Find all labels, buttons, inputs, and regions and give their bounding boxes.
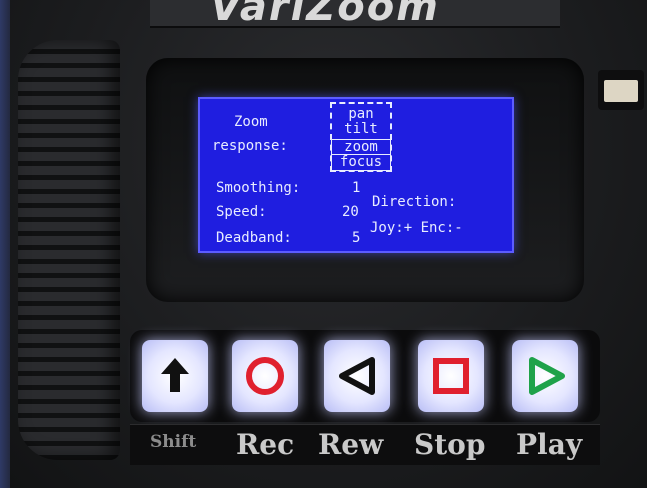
usb-port-inner xyxy=(604,80,638,102)
direction-value: Joy:+ Enc:- xyxy=(370,220,463,236)
usb-port[interactable] xyxy=(598,70,644,110)
menu-option-focus[interactable]: focus xyxy=(331,154,391,171)
play-button[interactable] xyxy=(512,340,578,412)
direction-label: Direction: xyxy=(372,194,457,210)
smoothing-value: 1 xyxy=(352,180,361,196)
brand-plate: VariZoom xyxy=(150,0,560,28)
shift-button[interactable] xyxy=(142,340,208,412)
rew-label: Rew xyxy=(318,428,384,461)
rew-button[interactable] xyxy=(324,340,390,412)
axis-menu[interactable]: pan tilt zoom focus xyxy=(330,102,392,172)
stop-label: Stop xyxy=(414,428,486,461)
deadband-value: 5 xyxy=(352,230,361,246)
play-label: Play xyxy=(516,428,583,461)
square-icon xyxy=(433,358,469,394)
speed-value: 20 xyxy=(342,204,359,220)
rec-button[interactable] xyxy=(232,340,298,412)
left-triangle-icon xyxy=(339,357,375,395)
menu-option-zoom[interactable]: zoom xyxy=(331,139,391,156)
right-triangle-icon xyxy=(529,357,565,395)
menu-option-pan[interactable]: pan xyxy=(332,107,390,122)
speed-label: Speed: xyxy=(216,204,267,220)
smoothing-label: Smoothing: xyxy=(216,180,301,196)
deadband-label: Deadband: xyxy=(216,230,292,246)
screen-title-line2: response: xyxy=(212,138,288,154)
circle-icon xyxy=(246,357,284,395)
handle-grip xyxy=(18,40,120,460)
shift-label: Shift xyxy=(150,432,197,452)
up-arrow-icon xyxy=(161,358,189,392)
rec-label: Rec xyxy=(236,428,295,461)
screen-title-line1: Zoom xyxy=(234,114,268,130)
brand-name: VariZoom xyxy=(210,0,440,28)
menu-option-tilt[interactable]: tilt xyxy=(332,122,390,137)
lcd-screen: Zoom response: pan tilt zoom focus Smoot… xyxy=(198,97,514,253)
stop-button[interactable] xyxy=(418,340,484,412)
